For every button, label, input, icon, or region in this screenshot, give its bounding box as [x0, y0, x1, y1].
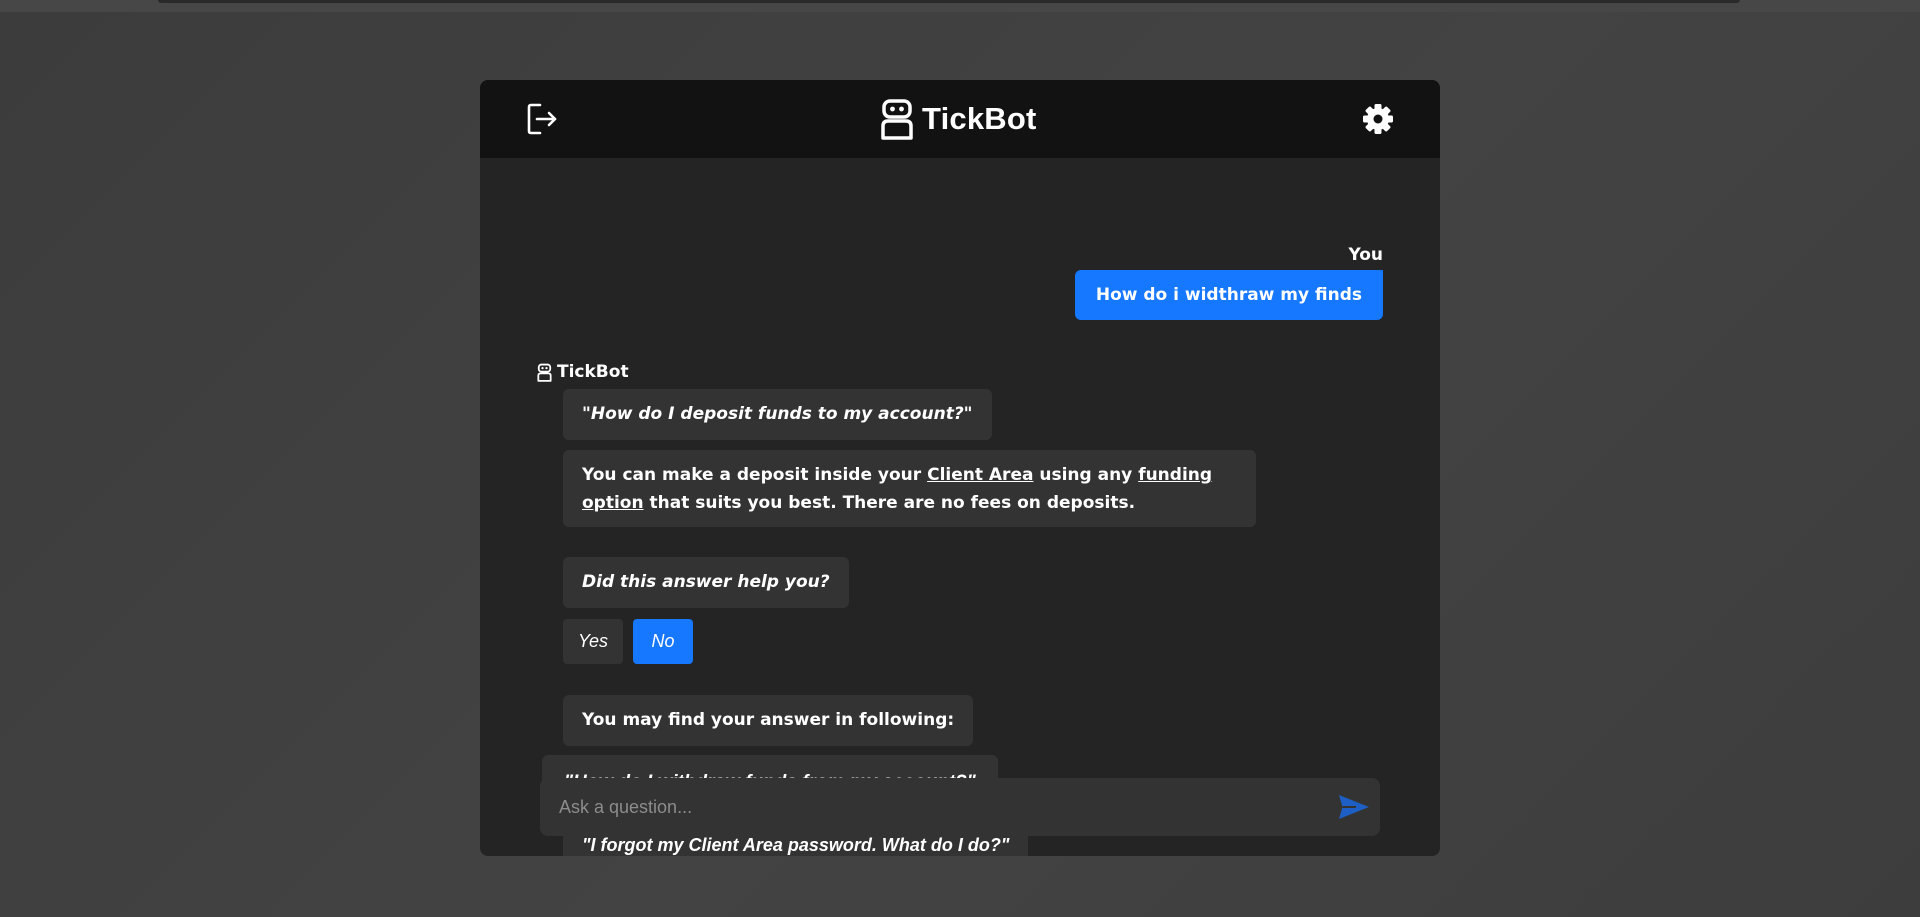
answer-text: using any — [1033, 465, 1139, 485]
logout-icon — [527, 103, 557, 135]
bot-sender-label: TickBot — [537, 362, 629, 382]
question-input[interactable] — [540, 778, 1320, 836]
user-message-bubble: How do i widthraw my finds — [1074, 270, 1383, 320]
top-bar-edge — [158, 0, 1740, 3]
logout-button[interactable] — [524, 101, 560, 137]
answer-text: that suits you best. There are no fees o… — [643, 493, 1136, 513]
bot-name: TickBot — [557, 362, 629, 382]
settings-button[interactable] — [1360, 101, 1396, 137]
message-list[interactable]: You How do i widthraw my finds TickBot "… — [480, 158, 1440, 856]
send-button[interactable] — [1338, 793, 1370, 821]
feedback-question-bubble: Did this answer help you? — [563, 557, 849, 608]
robot-icon — [537, 363, 552, 382]
answer-text: You can make a deposit inside your — [582, 465, 928, 485]
user-sender-label: You — [1348, 245, 1383, 265]
matched-question-bubble: "How do I deposit funds to my account?" — [563, 389, 992, 440]
gear-icon — [1363, 104, 1393, 134]
brand: TickBot — [880, 96, 1037, 142]
robot-icon — [881, 99, 913, 140]
feedback-no-button[interactable]: No — [633, 619, 693, 664]
feedback-yes-button[interactable]: Yes — [563, 619, 623, 664]
browser-top-bar — [0, 0, 1920, 12]
client-area-link[interactable]: Client Area — [927, 465, 1033, 485]
chat-window: TickBot You How do i widthraw my finds T… — [480, 80, 1440, 856]
chat-header: TickBot — [480, 80, 1440, 158]
composer — [540, 778, 1380, 836]
app-title: TickBot — [922, 101, 1037, 136]
send-icon — [1339, 795, 1369, 819]
answer-bubble: You can make a deposit inside your Clien… — [563, 450, 1256, 527]
suggestions-intro-bubble: You may find your answer in following: — [563, 695, 974, 746]
